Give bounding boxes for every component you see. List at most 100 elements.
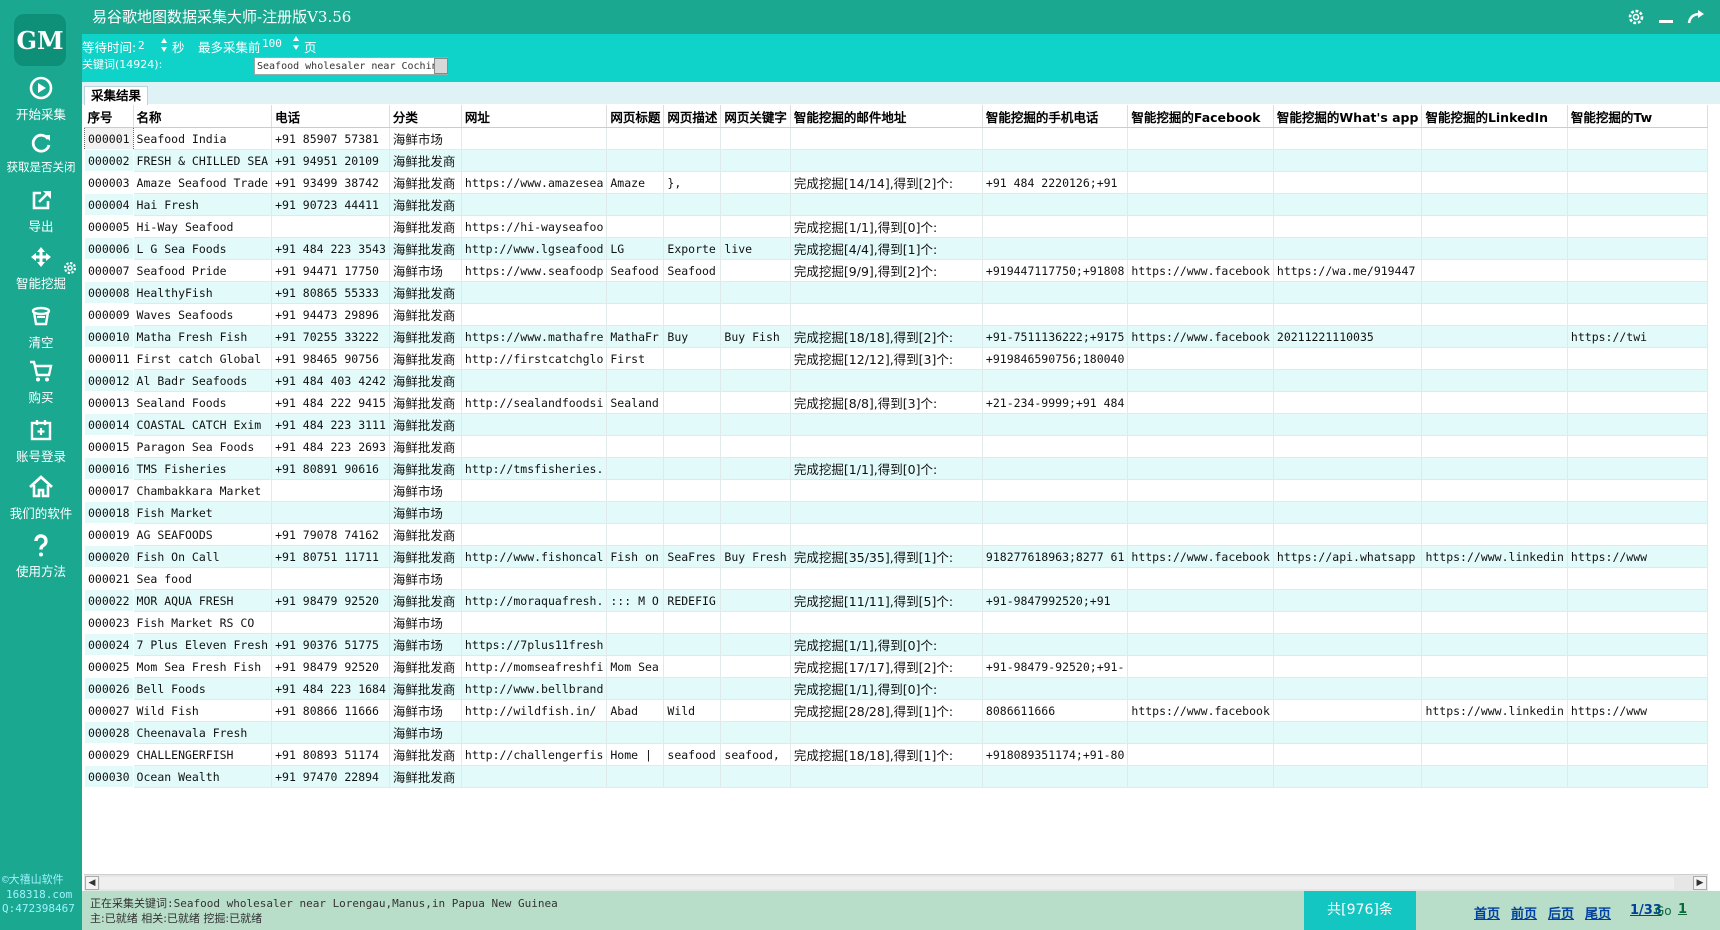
- table-cell[interactable]: [720, 677, 791, 700]
- table-cell[interactable]: [1273, 171, 1423, 194]
- table-cell[interactable]: Seafood India: [133, 127, 273, 150]
- table-cell[interactable]: +91 98465 90756: [271, 347, 390, 370]
- table-cell[interactable]: [606, 149, 665, 172]
- table-row[interactable]: 000024 7 Plus Eleven Fresh +91 90376 51775…: [84, 633, 1708, 656]
- table-cell[interactable]: [663, 457, 722, 480]
- table-cell[interactable]: [720, 413, 791, 436]
- table-cell[interactable]: http://momseafreshfi: [461, 655, 608, 678]
- table-cell[interactable]: [1421, 369, 1568, 392]
- close-arrow-icon[interactable]: [1686, 7, 1706, 27]
- table-cell[interactable]: Fish Market RS CO: [133, 611, 273, 634]
- table-cell[interactable]: [1421, 567, 1568, 590]
- table-cell[interactable]: +91-98479-92520;+91-: [982, 655, 1129, 678]
- table-cell[interactable]: 海鲜批发商: [389, 655, 462, 678]
- table-cell[interactable]: LG: [606, 237, 665, 260]
- row-index-cell[interactable]: 000025: [85, 656, 134, 678]
- table-cell[interactable]: [663, 215, 722, 238]
- table-cell[interactable]: [663, 413, 722, 436]
- table-cell[interactable]: [663, 523, 722, 546]
- table-cell[interactable]: [461, 413, 608, 436]
- table-row[interactable]: 000004 Hai Fresh +91 90723 44411 海鲜批发商: [84, 193, 1708, 216]
- table-cell[interactable]: seafood,: [720, 743, 791, 766]
- table-cell[interactable]: [663, 765, 722, 788]
- table-cell[interactable]: [606, 193, 665, 216]
- table-cell[interactable]: [982, 237, 1129, 260]
- row-index-cell[interactable]: 000007: [85, 260, 134, 282]
- table-cell[interactable]: [1273, 633, 1423, 656]
- row-index-cell[interactable]: 000021: [85, 568, 134, 590]
- table-cell[interactable]: [1127, 743, 1274, 766]
- table-cell[interactable]: [1273, 193, 1423, 216]
- table-cell[interactable]: [663, 149, 722, 172]
- table-cell[interactable]: +91 98479 92520: [271, 589, 390, 612]
- table-cell[interactable]: https://api.whatsapp: [1273, 545, 1423, 568]
- table-cell[interactable]: +919846590756;180040: [982, 347, 1129, 370]
- table-cell[interactable]: https://twi: [1567, 325, 1708, 348]
- row-index-cell[interactable]: 000022: [84, 589, 134, 612]
- table-cell[interactable]: +91 80865 55333: [271, 281, 390, 304]
- table-row[interactable]: 000021 Sea food 海鲜市场: [85, 567, 1708, 590]
- wait-time-input[interactable]: 2: [138, 39, 145, 52]
- column-header[interactable]: 智能挖掘的What's app: [1273, 105, 1423, 128]
- table-row[interactable]: 000010 Matha Fresh Fish +91 70255 33222 海鲜批…: [84, 325, 1708, 348]
- table-cell[interactable]: [790, 413, 983, 436]
- table-cell[interactable]: L G Sea Foods: [133, 237, 273, 260]
- table-cell[interactable]: [982, 721, 1129, 744]
- table-cell[interactable]: 完成挖掘[17/17],得到[2]个:: [790, 655, 983, 678]
- table-row[interactable]: 000013 Sealand Foods +91 484 222 9415 海鲜批发商…: [85, 391, 1708, 414]
- table-cell[interactable]: [1567, 611, 1708, 634]
- table-cell[interactable]: [1567, 281, 1708, 304]
- table-cell[interactable]: +91 93499 38742: [271, 171, 390, 194]
- row-index-cell[interactable]: 000018: [84, 501, 134, 524]
- minimize-icon[interactable]: [1656, 7, 1676, 27]
- table-cell[interactable]: [1273, 523, 1423, 546]
- table-cell[interactable]: Mom Sea: [606, 655, 665, 678]
- table-cell[interactable]: [790, 369, 983, 392]
- table-cell[interactable]: 20211221110035: [1273, 325, 1423, 348]
- max-pages-spinner-icon[interactable]: [292, 35, 300, 51]
- row-index-cell[interactable]: 000004: [84, 193, 134, 216]
- nav-usage-help[interactable]: 使用方法: [0, 531, 82, 580]
- keyword-dropdown-button[interactable]: [434, 58, 448, 74]
- table-cell[interactable]: +91 97470 22894: [271, 765, 390, 788]
- table-cell[interactable]: [1567, 523, 1708, 546]
- table-cell[interactable]: [1421, 237, 1568, 260]
- table-cell[interactable]: +91 80866 11666: [271, 699, 390, 722]
- table-cell[interactable]: https://www: [1567, 545, 1708, 568]
- table-cell[interactable]: 海鲜批发商: [389, 303, 462, 326]
- row-index-cell[interactable]: 000010: [84, 325, 134, 348]
- table-cell[interactable]: https://www.mathafre: [461, 325, 608, 348]
- table-cell[interactable]: 海鲜批发商: [389, 677, 462, 700]
- table-cell[interactable]: [1421, 171, 1568, 194]
- table-cell[interactable]: [606, 281, 665, 304]
- table-cell[interactable]: [1127, 215, 1274, 238]
- table-cell[interactable]: [1567, 149, 1708, 172]
- table-cell[interactable]: [663, 127, 722, 150]
- table-cell[interactable]: [1567, 765, 1708, 788]
- table-cell[interactable]: 海鲜批发商: [389, 391, 462, 414]
- table-cell[interactable]: Paragon Sea Foods: [133, 435, 273, 458]
- table-cell[interactable]: +91 85907 57381: [271, 127, 390, 150]
- table-cell[interactable]: [982, 567, 1129, 590]
- table-cell[interactable]: [1273, 589, 1423, 612]
- results-grid[interactable]: 序号 名称 电话 分类 网址 网页标题 网页描述 网页关键字 智能挖掘的邮件地址 智能挖掘的手机电…: [84, 105, 1720, 874]
- table-cell[interactable]: +91 90376 51775: [271, 633, 390, 656]
- table-cell[interactable]: +91 94471 17750: [271, 259, 390, 282]
- table-cell[interactable]: [1127, 413, 1274, 436]
- table-cell[interactable]: 完成挖掘[12/12],得到[3]个:: [790, 347, 983, 370]
- table-cell[interactable]: [1127, 479, 1274, 502]
- row-index-cell[interactable]: 000026: [84, 677, 134, 700]
- table-cell[interactable]: [1421, 589, 1568, 612]
- row-index-cell[interactable]: 000006: [84, 237, 134, 260]
- table-cell[interactable]: [663, 721, 722, 744]
- table-cell[interactable]: Hai Fresh: [133, 193, 273, 216]
- keyword-field[interactable]: Seafood wholesaler near Cochin: [254, 57, 448, 75]
- table-cell[interactable]: [1127, 391, 1274, 414]
- table-cell[interactable]: [982, 677, 1129, 700]
- table-cell[interactable]: First: [606, 347, 665, 370]
- table-cell[interactable]: 完成挖掘[35/35],得到[1]个:: [790, 545, 983, 568]
- table-cell[interactable]: 完成挖掘[8/8],得到[3]个:: [790, 391, 983, 414]
- table-cell[interactable]: [1567, 435, 1708, 458]
- table-cell[interactable]: [1273, 391, 1423, 414]
- table-cell[interactable]: [1421, 435, 1568, 458]
